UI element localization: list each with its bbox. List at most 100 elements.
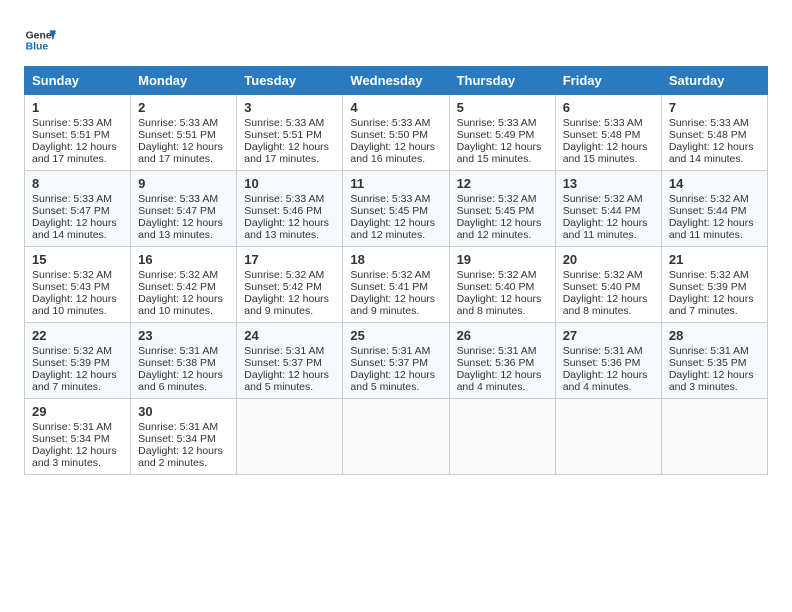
sunrise: Sunrise: 5:33 AM <box>32 193 112 205</box>
daylight: Daylight: 12 hours and 15 minutes. <box>457 141 542 165</box>
calendar-cell: 14Sunrise: 5:32 AMSunset: 5:44 PMDayligh… <box>661 171 767 247</box>
weekday-header: Tuesday <box>237 67 343 95</box>
sunset: Sunset: 5:37 PM <box>244 357 322 369</box>
daylight: Daylight: 12 hours and 12 minutes. <box>350 217 435 241</box>
sunset: Sunset: 5:43 PM <box>32 281 110 293</box>
calendar-cell: 3Sunrise: 5:33 AMSunset: 5:51 PMDaylight… <box>237 95 343 171</box>
daylight: Daylight: 12 hours and 6 minutes. <box>138 369 223 393</box>
calendar-cell: 17Sunrise: 5:32 AMSunset: 5:42 PMDayligh… <box>237 247 343 323</box>
calendar-cell: 6Sunrise: 5:33 AMSunset: 5:48 PMDaylight… <box>555 95 661 171</box>
calendar-cell: 29Sunrise: 5:31 AMSunset: 5:34 PMDayligh… <box>25 399 131 475</box>
sunrise: Sunrise: 5:32 AM <box>669 193 749 205</box>
daylight: Daylight: 12 hours and 5 minutes. <box>244 369 329 393</box>
daylight: Daylight: 12 hours and 8 minutes. <box>563 293 648 317</box>
sunset: Sunset: 5:46 PM <box>244 205 322 217</box>
calendar-cell: 28Sunrise: 5:31 AMSunset: 5:35 PMDayligh… <box>661 323 767 399</box>
daylight: Daylight: 12 hours and 14 minutes. <box>669 141 754 165</box>
daylight: Daylight: 12 hours and 4 minutes. <box>457 369 542 393</box>
sunset: Sunset: 5:36 PM <box>457 357 535 369</box>
calendar-cell: 12 Sunrise: 5:32 AMSunset: 5:45 PMDayligh… <box>449 171 555 247</box>
calendar-cell: 20Sunrise: 5:32 AMSunset: 5:40 PMDayligh… <box>555 247 661 323</box>
daylight: Daylight: 12 hours and 16 minutes. <box>350 141 435 165</box>
sunrise: Sunrise: 5:32 AM <box>457 193 537 205</box>
sunset: Sunset: 5:38 PM <box>138 357 216 369</box>
day-number: 1 <box>32 100 123 115</box>
calendar-cell: 27Sunrise: 5:31 AMSunset: 5:36 PMDayligh… <box>555 323 661 399</box>
calendar-cell: 7Sunrise: 5:33 AMSunset: 5:48 PMDaylight… <box>661 95 767 171</box>
sunset: Sunset: 5:39 PM <box>669 281 747 293</box>
sunrise: Sunrise: 5:31 AM <box>350 345 430 357</box>
day-number: 7 <box>669 100 760 115</box>
sunrise: Sunrise: 5:32 AM <box>350 269 430 281</box>
sunset: Sunset: 5:51 PM <box>244 129 322 141</box>
calendar-cell: 1Sunrise: 5:33 AMSunset: 5:51 PMDaylight… <box>25 95 131 171</box>
day-number: 4 <box>350 100 441 115</box>
calendar-cell: 21Sunrise: 5:32 AMSunset: 5:39 PMDayligh… <box>661 247 767 323</box>
logo: General Blue <box>24 24 56 56</box>
sunset: Sunset: 5:47 PM <box>138 205 216 217</box>
day-number: 5 <box>457 100 548 115</box>
daylight: Daylight: 12 hours and 9 minutes. <box>244 293 329 317</box>
calendar-cell: 23 Sunrise: 5:31 AMSunset: 5:38 PMDayligh… <box>131 323 237 399</box>
daylight: Daylight: 12 hours and 10 minutes. <box>138 293 223 317</box>
calendar-cell: 8Sunrise: 5:33 AMSunset: 5:47 PMDaylight… <box>25 171 131 247</box>
calendar-cell: 10Sunrise: 5:33 AMSunset: 5:46 PMDayligh… <box>237 171 343 247</box>
daylight: Daylight: 12 hours and 5 minutes. <box>350 369 435 393</box>
daylight: Daylight: 12 hours and 7 minutes. <box>669 293 754 317</box>
calendar-cell: 11Sunrise: 5:33 AMSunset: 5:45 PMDayligh… <box>343 171 449 247</box>
calendar-cell <box>555 399 661 475</box>
sunset: Sunset: 5:34 PM <box>32 433 110 445</box>
daylight: Daylight: 12 hours and 15 minutes. <box>563 141 648 165</box>
daylight: Daylight: 12 hours and 8 minutes. <box>457 293 542 317</box>
sunset: Sunset: 5:35 PM <box>669 357 747 369</box>
day-number: 23 <box>138 328 229 343</box>
sunrise: Sunrise: 5:31 AM <box>244 345 324 357</box>
calendar-cell: 2Sunrise: 5:33 AMSunset: 5:51 PMDaylight… <box>131 95 237 171</box>
day-number: 13 <box>563 176 654 191</box>
day-number: 12 <box>457 176 548 191</box>
sunset: Sunset: 5:47 PM <box>32 205 110 217</box>
daylight: Daylight: 12 hours and 12 minutes. <box>457 217 542 241</box>
daylight: Daylight: 12 hours and 9 minutes. <box>350 293 435 317</box>
calendar-table: SundayMondayTuesdayWednesdayThursdayFrid… <box>24 66 768 475</box>
sunset: Sunset: 5:50 PM <box>350 129 428 141</box>
sunset: Sunset: 5:40 PM <box>457 281 535 293</box>
sunrise: Sunrise: 5:33 AM <box>32 117 112 129</box>
sunrise: Sunrise: 5:33 AM <box>244 117 324 129</box>
calendar-cell: 24Sunrise: 5:31 AMSunset: 5:37 PMDayligh… <box>237 323 343 399</box>
calendar-cell <box>661 399 767 475</box>
sunrise: Sunrise: 5:31 AM <box>457 345 537 357</box>
calendar-cell <box>343 399 449 475</box>
sunrise: Sunrise: 5:31 AM <box>563 345 643 357</box>
day-number: 15 <box>32 252 123 267</box>
daylight: Daylight: 12 hours and 3 minutes. <box>669 369 754 393</box>
day-number: 18 <box>350 252 441 267</box>
sunrise: Sunrise: 5:32 AM <box>563 193 643 205</box>
daylight: Daylight: 12 hours and 4 minutes. <box>563 369 648 393</box>
sunrise: Sunrise: 5:31 AM <box>32 421 112 433</box>
sunset: Sunset: 5:40 PM <box>563 281 641 293</box>
day-number: 28 <box>669 328 760 343</box>
day-number: 21 <box>669 252 760 267</box>
weekday-header: Thursday <box>449 67 555 95</box>
calendar-cell: 25Sunrise: 5:31 AMSunset: 5:37 PMDayligh… <box>343 323 449 399</box>
calendar-cell <box>237 399 343 475</box>
sunrise: Sunrise: 5:31 AM <box>138 421 218 433</box>
sunset: Sunset: 5:49 PM <box>457 129 535 141</box>
daylight: Daylight: 12 hours and 13 minutes. <box>138 217 223 241</box>
sunset: Sunset: 5:41 PM <box>350 281 428 293</box>
weekday-header: Monday <box>131 67 237 95</box>
day-number: 6 <box>563 100 654 115</box>
sunset: Sunset: 5:45 PM <box>457 205 535 217</box>
day-number: 8 <box>32 176 123 191</box>
calendar-cell: 26Sunrise: 5:31 AMSunset: 5:36 PMDayligh… <box>449 323 555 399</box>
sunset: Sunset: 5:48 PM <box>669 129 747 141</box>
sunrise: Sunrise: 5:33 AM <box>138 117 218 129</box>
daylight: Daylight: 12 hours and 17 minutes. <box>138 141 223 165</box>
calendar-week: 1Sunrise: 5:33 AMSunset: 5:51 PMDaylight… <box>25 95 768 171</box>
day-number: 19 <box>457 252 548 267</box>
sunrise: Sunrise: 5:32 AM <box>457 269 537 281</box>
day-number: 25 <box>350 328 441 343</box>
sunset: Sunset: 5:44 PM <box>669 205 747 217</box>
sunrise: Sunrise: 5:31 AM <box>138 345 218 357</box>
